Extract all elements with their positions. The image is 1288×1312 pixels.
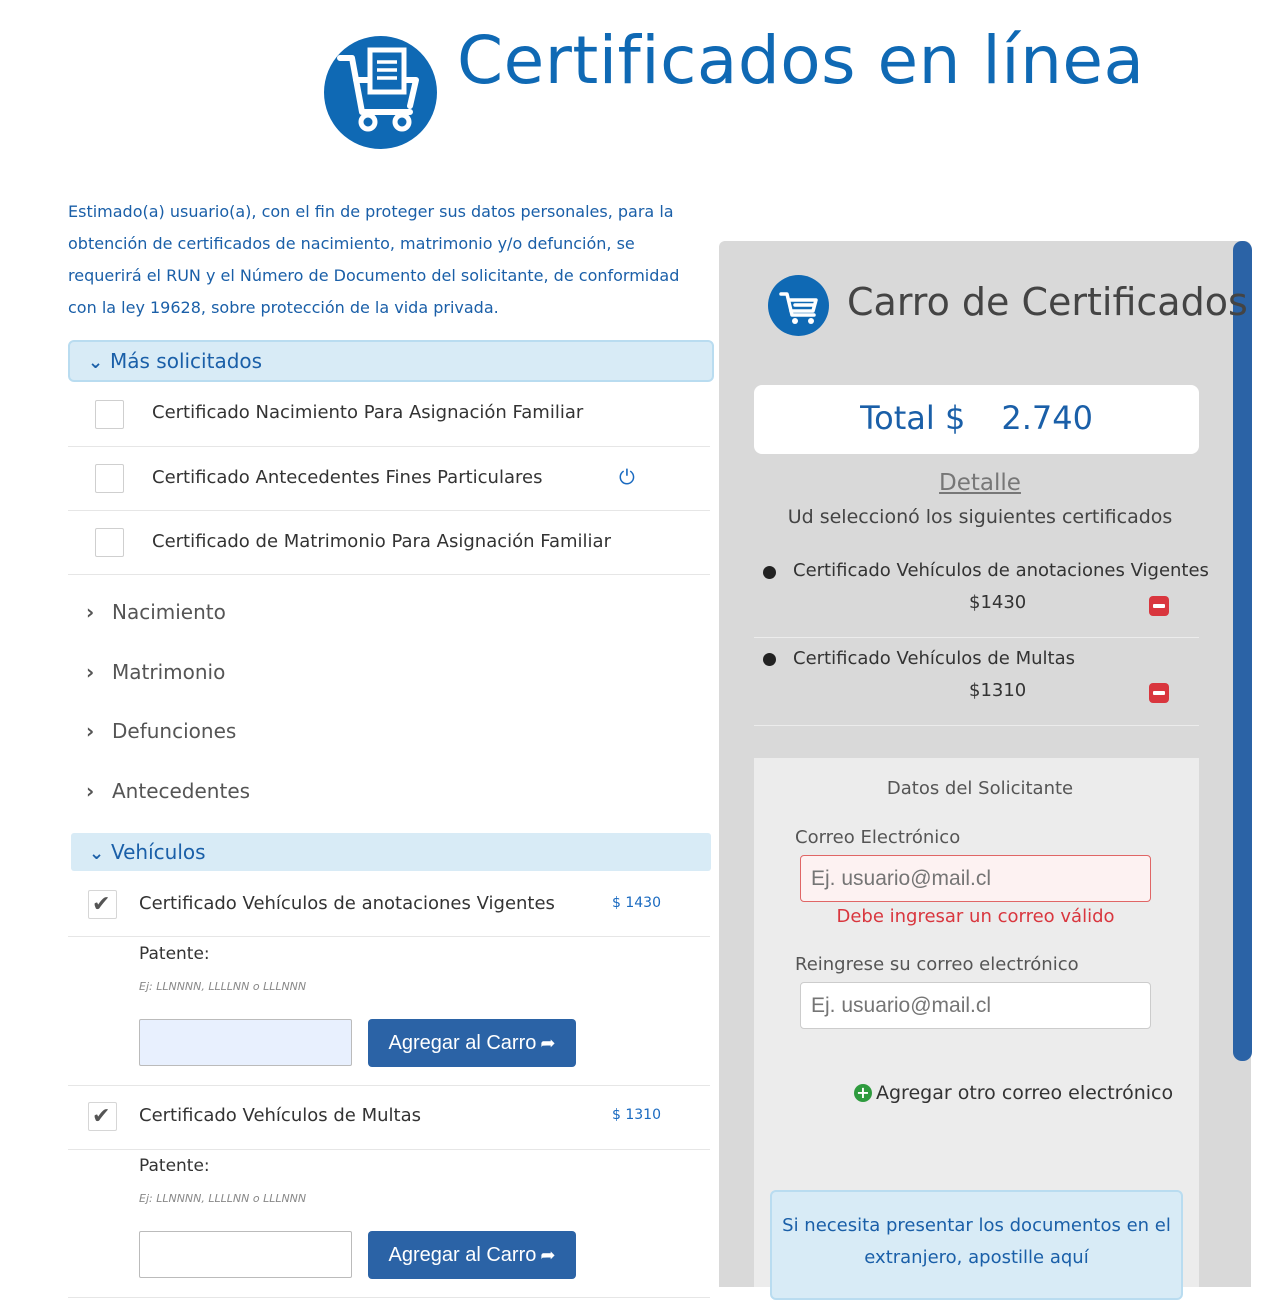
patente-label: Patente:: [139, 1156, 210, 1176]
page-title: Certificados en línea: [457, 22, 1144, 99]
add-email-label: Agregar otro correo electrónico: [876, 1082, 1173, 1104]
reemail-field[interactable]: [800, 982, 1151, 1029]
cart-item-name: Certificado Vehículos de anotaciones Vig…: [793, 560, 1209, 581]
checkbox[interactable]: ✔: [88, 1102, 117, 1131]
add-email-link[interactable]: +Agregar otro correo electrónico: [854, 1082, 1173, 1104]
share-arrow-icon: ➦: [540, 1245, 555, 1265]
chevron-right-icon: ›: [86, 600, 112, 624]
cart-icon: [768, 275, 829, 336]
list-item: ✔ Certificado Vehículos de anotaciones V…: [68, 872, 710, 937]
list-item: Certificado Antecedentes Fines Particula…: [68, 447, 710, 511]
check-icon: ✔: [92, 1103, 110, 1131]
power-icon[interactable]: ⏻: [619, 465, 635, 489]
patente-input[interactable]: [139, 1019, 352, 1066]
list-item: Certificado de Matrimonio Para Asignació…: [68, 511, 710, 575]
cart-document-icon: [324, 36, 437, 149]
category-matrimonio[interactable]: ›Matrimonio: [86, 660, 225, 684]
category-nacimiento[interactable]: ›Nacimiento: [86, 600, 226, 624]
category-label: Defunciones: [112, 719, 236, 743]
category-label: Matrimonio: [112, 660, 225, 684]
add-to-cart-button[interactable]: Agregar al Carro➦: [368, 1019, 576, 1067]
reemail-label: Reingrese su correo electrónico: [795, 954, 1079, 975]
checkbox[interactable]: [95, 464, 124, 493]
cart-item-price: $1310: [969, 680, 1026, 701]
total-label: Total $: [860, 399, 965, 437]
email-error: Debe ingresar un correo válido: [800, 906, 1151, 927]
email-label: Correo Electrónico: [795, 827, 960, 848]
price-tag: $ 1430: [612, 895, 661, 911]
category-defunciones[interactable]: ›Defunciones: [86, 719, 236, 743]
detail-subtitle: Ud seleccionó los siguientes certificado…: [754, 506, 1206, 528]
checkbox[interactable]: ✔: [88, 890, 117, 919]
button-label: Agregar al Carro: [389, 1244, 537, 1266]
apostille-text: Si necesita presentar los documentos en …: [782, 1215, 1171, 1268]
cart-item-name: Certificado Vehículos de Multas: [793, 648, 1075, 669]
button-label: Agregar al Carro: [389, 1032, 537, 1054]
bullet-icon: [763, 653, 776, 666]
scrollbar[interactable]: [1233, 241, 1252, 1061]
share-arrow-icon: ➦: [540, 1033, 555, 1053]
price-tag: $ 1310: [612, 1107, 661, 1123]
accordion-label: Más solicitados: [110, 349, 262, 373]
accordion-vehiculos[interactable]: ⌄Vehículos: [71, 833, 711, 871]
checkbox[interactable]: [95, 400, 124, 429]
accordion-mas-solicitados[interactable]: ⌄Más solicitados: [68, 340, 714, 382]
patente-hint: Ej: LLNNNN, LLLLNN o LLLNNN: [139, 980, 306, 993]
cart-title: Carro de Certificados: [847, 280, 1248, 324]
detail-link[interactable]: Detalle: [754, 470, 1206, 496]
form-title: Datos del Solicitante: [754, 778, 1206, 799]
list-item: ✔ Certificado Vehículos de Multas $ 1310: [68, 1085, 710, 1150]
remove-icon[interactable]: [1149, 596, 1169, 616]
chevron-right-icon: ›: [86, 779, 112, 803]
checkbox[interactable]: [95, 528, 124, 557]
check-icon: ✔: [92, 891, 110, 919]
chevron-right-icon: ›: [86, 660, 112, 684]
chevron-down-icon: ⌄: [89, 835, 111, 873]
cart-item-price: $1430: [969, 592, 1026, 613]
category-label: Antecedentes: [112, 779, 250, 803]
chevron-right-icon: ›: [86, 719, 112, 743]
cart-item: Certificado Vehículos de Multas $1310: [754, 638, 1199, 726]
email-field[interactable]: [800, 855, 1151, 902]
add-to-cart-button[interactable]: Agregar al Carro➦: [368, 1231, 576, 1279]
bullet-icon: [763, 566, 776, 579]
total-value: 2.740: [1001, 399, 1093, 437]
cart-item: Certificado Vehículos de anotaciones Vig…: [754, 550, 1199, 638]
category-label: Nacimiento: [112, 600, 226, 624]
remove-icon[interactable]: [1149, 683, 1169, 703]
patente-hint: Ej: LLNNNN, LLLLNN o LLLNNN: [139, 1192, 306, 1205]
divider: [68, 1297, 710, 1298]
plus-circle-icon: +: [854, 1084, 872, 1102]
patente-input[interactable]: [139, 1231, 352, 1278]
item-label: Certificado Vehículos de anotaciones Vig…: [139, 893, 555, 914]
accordion-label: Vehículos: [111, 840, 206, 864]
apostille-notice: Si necesita presentar los documentos en …: [770, 1190, 1183, 1300]
item-label: Certificado Nacimiento Para Asignación F…: [152, 402, 583, 423]
item-label: Certificado Antecedentes Fines Particula…: [152, 467, 542, 488]
patente-label: Patente:: [139, 944, 210, 964]
item-label: Certificado de Matrimonio Para Asignació…: [152, 531, 611, 552]
intro-text: Estimado(a) usuario(a), con el fin de pr…: [68, 196, 708, 324]
total-box: Total $ 2.740: [754, 385, 1199, 454]
chevron-down-icon: ⌄: [88, 344, 110, 382]
item-label: Certificado Vehículos de Multas: [139, 1105, 421, 1126]
list-item: Certificado Nacimiento Para Asignación F…: [68, 383, 710, 447]
category-antecedentes[interactable]: ›Antecedentes: [86, 779, 250, 803]
